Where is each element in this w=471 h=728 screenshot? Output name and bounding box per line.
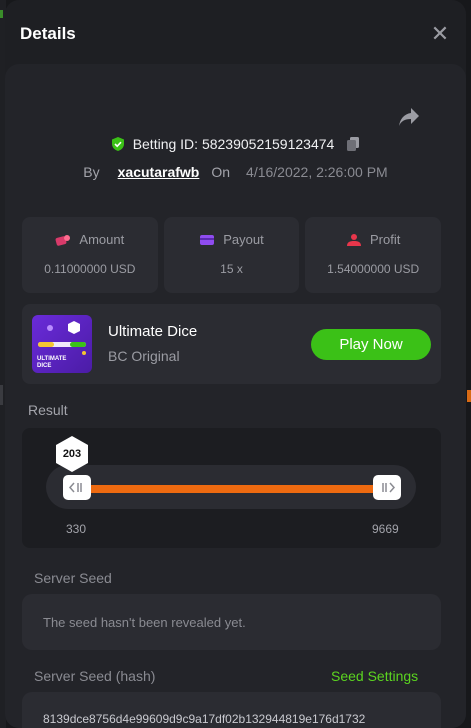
range-handle-max[interactable]: [373, 475, 401, 500]
modal-content: Betting ID: 58239052159123474 By xacutar…: [5, 64, 466, 728]
betting-id-row: Betting ID: 58239052159123474: [5, 136, 466, 152]
game-thumbnail[interactable]: ULTIMATE DICE: [32, 315, 92, 373]
server-seed-label: Server Seed: [34, 570, 112, 586]
dice-game-thumbnail-art: ULTIMATE DICE: [37, 321, 86, 369]
payout-icon: [200, 234, 215, 245]
stat-payout-label: Payout: [223, 232, 264, 247]
stat-profit: Profit 1.54000000 USD: [305, 217, 442, 293]
result-value: 203: [62, 448, 82, 460]
background-left-mark: [0, 385, 3, 405]
range-handle-min[interactable]: [63, 475, 91, 500]
stat-profit-label: Profit: [370, 232, 401, 247]
server-seed-text: The seed hasn't been revealed yet.: [43, 615, 246, 630]
background-right-mark: [467, 390, 471, 402]
stat-profit-value: 1.54000000 USD: [327, 262, 420, 276]
on-label: On: [211, 164, 231, 180]
stat-amount: Amount 0.11000000 USD: [22, 217, 158, 293]
result-panel: 203 330 9669: [22, 428, 441, 548]
server-seed-field: The seed hasn't been revealed yet.: [22, 594, 441, 650]
stat-amount-value: 0.11000000 USD: [44, 262, 136, 276]
stat-payout-value: 15 x: [220, 262, 243, 276]
close-icon[interactable]: ✕: [430, 23, 450, 45]
thumb-title-top: ULTIMATE: [37, 356, 66, 362]
result-range-fill: [86, 485, 378, 493]
play-now-button[interactable]: Play Now: [311, 329, 431, 360]
bet-date: 4/16/2022, 2:26:00 PM: [246, 164, 388, 180]
amount-icon: [56, 234, 71, 246]
seed-settings-link[interactable]: Seed Settings: [331, 668, 418, 684]
background-status-dot: [0, 10, 3, 18]
game-name[interactable]: Ultimate Dice: [108, 323, 197, 340]
stat-payout: Payout 15 x: [163, 217, 300, 293]
server-seed-hash-label: Server Seed (hash): [34, 668, 156, 684]
modal-header: Details ✕: [5, 0, 466, 64]
game-provider: BC Original: [108, 348, 180, 364]
result-slider-track: [46, 465, 416, 509]
range-min-value: 330: [66, 522, 87, 536]
by-label: By: [83, 164, 100, 180]
thumb-title-bottom: DICE: [37, 363, 51, 369]
bet-stats: Amount 0.11000000 USD Payout 15 x Profit…: [22, 217, 442, 293]
stat-amount-label: Amount: [79, 232, 125, 247]
server-seed-hash-field[interactable]: 8139dce8756d4e99609d9c9a17df02b132944819…: [22, 692, 441, 728]
bet-meta-row: By xacutarafwb On 4/16/2022, 2:26:00 PM: [5, 164, 466, 180]
details-modal: Details ✕ Betting ID: 58239052159123474 …: [5, 0, 466, 728]
range-max-value: 9669: [372, 522, 399, 536]
result-label: Result: [28, 402, 68, 418]
game-card: ULTIMATE DICE Ultimate Dice BC Original …: [22, 304, 441, 384]
share-icon[interactable]: [397, 106, 421, 128]
betting-id: Betting ID: 58239052159123474: [132, 136, 335, 152]
username-link[interactable]: xacutarafwb: [118, 164, 200, 180]
copy-icon[interactable]: [345, 136, 361, 152]
verified-shield-icon: [111, 137, 124, 151]
profit-icon: [347, 233, 361, 246]
server-seed-hash-text: 8139dce8756d4e99609d9c9a17df02b132944819…: [43, 712, 366, 726]
modal-title: Details: [20, 24, 76, 43]
